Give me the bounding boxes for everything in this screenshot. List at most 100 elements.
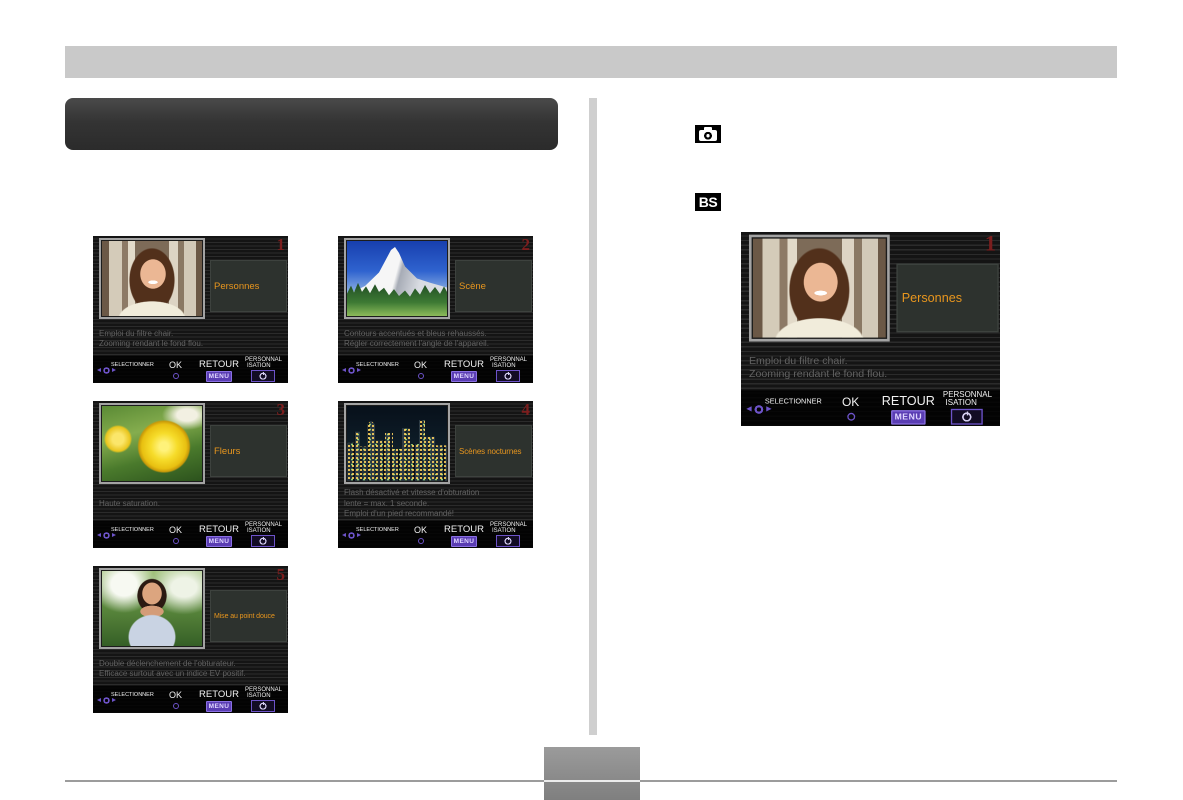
thumbnail-frame <box>99 238 205 319</box>
description-line: Zooming rendant le fond flou. <box>99 339 204 348</box>
back-hint-label: RETOUR <box>199 689 239 700</box>
scene-label: Fleurs <box>214 445 241 457</box>
custom-hint-label-line2: ISATION <box>492 363 516 369</box>
scene-label: Scène <box>459 280 486 292</box>
custom-hint-label-line2: ISATION <box>247 693 271 699</box>
ok-hint-label: OK <box>169 360 183 370</box>
ring-button-icon <box>418 373 424 379</box>
scene-number: 1 <box>984 232 997 256</box>
night-photo <box>347 406 447 481</box>
scene-label: Personnes <box>214 280 260 292</box>
scene-number: 4 <box>521 401 531 419</box>
screen-footer: SELECTIONNER OK RETOUR MENU PERSONNAL IS… <box>93 521 288 548</box>
self-timer-icon <box>251 700 275 712</box>
ok-hint-label: OK <box>414 525 428 535</box>
scene-screen-fleurs: 3 Fleurs Haute saturation. SELECTIONNER … <box>93 401 288 548</box>
screen-footer: SELECTIONNER OK RETOUR MENU PERSONNAL IS… <box>741 390 1000 426</box>
arrow-select-icon <box>97 697 116 704</box>
description-line: Régler correctement l'angle de l'apparei… <box>344 339 489 348</box>
description-line: Emploi du filtre chair. <box>748 354 848 366</box>
scene-number: 2 <box>521 236 531 254</box>
ring-button-icon <box>418 538 424 544</box>
custom-hint-label-line1: PERSONNAL <box>942 391 993 400</box>
select-hint-label: SELECTIONNER <box>356 527 399 533</box>
ring-button-icon <box>173 538 179 544</box>
select-hint-label: SELECTIONNER <box>111 527 154 533</box>
back-hint-label: RETOUR <box>199 524 239 535</box>
custom-hint-label-line2: ISATION <box>945 399 977 408</box>
menu-key-icon: MENU <box>206 536 232 547</box>
arrow-select-icon <box>97 532 116 539</box>
portrait-photo <box>102 241 202 316</box>
custom-hint-label-line2: ISATION <box>247 363 271 369</box>
portrait-photo <box>752 238 886 338</box>
menu-key-icon: MENU <box>206 371 232 382</box>
ok-hint-label: OK <box>414 360 428 370</box>
thumbnail-frame <box>748 234 890 342</box>
self-timer-icon <box>950 408 983 425</box>
description-line: Haute saturation. <box>99 498 160 508</box>
thumbnail-frame <box>99 403 205 484</box>
arrow-select-icon <box>342 367 361 374</box>
thumbnail-frame <box>344 238 450 319</box>
back-hint-label: RETOUR <box>199 359 239 370</box>
arrow-select-icon <box>97 367 116 374</box>
select-hint-label: SELECTIONNER <box>111 362 154 368</box>
scene-description: Haute saturation. <box>99 487 287 521</box>
ring-button-icon <box>173 703 179 709</box>
thumbnail-frame <box>99 568 205 649</box>
scene-label: Mise au point douce <box>214 612 275 620</box>
screen-footer: SELECTIONNER OK RETOUR MENU PERSONNAL IS… <box>338 521 533 548</box>
self-timer-icon <box>496 370 520 382</box>
self-timer-icon <box>251 370 275 382</box>
self-timer-icon <box>251 535 275 547</box>
description-line: Zooming rendant le fond flou. <box>748 367 888 380</box>
ok-hint-label: OK <box>169 690 183 700</box>
select-hint-label: SELECTIONNER <box>764 398 822 407</box>
scene-number: 3 <box>276 401 286 419</box>
scene-description: Contours accentués et bleus rehaussés. R… <box>344 322 532 356</box>
column-divider <box>589 98 597 735</box>
scene-label-box: Personnes <box>210 260 287 312</box>
scene-description: Emploi du filtre chair. Zooming rendant … <box>99 322 287 356</box>
menu-key-icon: MENU <box>891 410 926 425</box>
scene-screen-scene: 2 Scène Contours accentués et bleus reha… <box>338 236 533 383</box>
scene-screen-mise-au-point-douce: 5 Mise au point douce Double déclencheme… <box>93 566 288 713</box>
menu-key-icon: MENU <box>451 371 477 382</box>
scene-label-box: Scènes nocturnes <box>455 425 532 477</box>
scene-label: Scènes nocturnes <box>459 446 522 456</box>
ring-button-icon <box>173 373 179 379</box>
select-hint-label: SELECTIONNER <box>111 692 154 698</box>
scene-description: Emploi du filtre chair. Zooming rendant … <box>749 345 999 390</box>
thumbnail-frame <box>344 403 450 484</box>
screen-footer: SELECTIONNER OK RETOUR MENU PERSONNAL IS… <box>93 356 288 383</box>
ring-button-icon <box>847 412 856 421</box>
scene-label-box: Mise au point douce <box>210 590 287 642</box>
scene-label-box: Scène <box>455 260 532 312</box>
description-line: Emploi d'un pied recommandé! <box>344 509 455 519</box>
header-bar <box>65 46 1117 78</box>
back-hint-label: RETOUR <box>444 524 484 535</box>
menu-key-icon: MENU <box>206 701 232 712</box>
menu-key-icon: MENU <box>451 536 477 547</box>
flower-photo <box>102 406 202 481</box>
ok-hint-label: OK <box>169 525 183 535</box>
back-hint-label: RETOUR <box>881 394 935 409</box>
camera-icon <box>695 125 721 143</box>
scene-description: Double déclenchement de l'obturateur. Ef… <box>99 652 287 686</box>
scene-label: Personnes <box>901 290 963 306</box>
arrow-select-icon <box>342 532 361 539</box>
scene-label-box: Fleurs <box>210 425 287 477</box>
back-hint-label: RETOUR <box>444 359 484 370</box>
mountain-photo <box>347 241 447 316</box>
select-hint-label: SELECTIONNER <box>356 362 399 368</box>
page-number-box <box>544 747 640 800</box>
bs-icon: BS <box>695 193 721 211</box>
custom-hint-label-line2: ISATION <box>492 528 516 534</box>
screen-footer: SELECTIONNER OK RETOUR MENU PERSONNAL IS… <box>93 686 288 713</box>
scene-screen-scenes-nocturnes: 4 Scènes nocturnes Flash désactivé et vi… <box>338 401 533 548</box>
scene-label-box: Personnes <box>896 263 999 333</box>
description-line: Efficace surtout avec un indice EV posit… <box>99 669 246 678</box>
self-timer-icon <box>496 535 520 547</box>
description-line: lente = max. 1 seconde. <box>344 498 430 508</box>
